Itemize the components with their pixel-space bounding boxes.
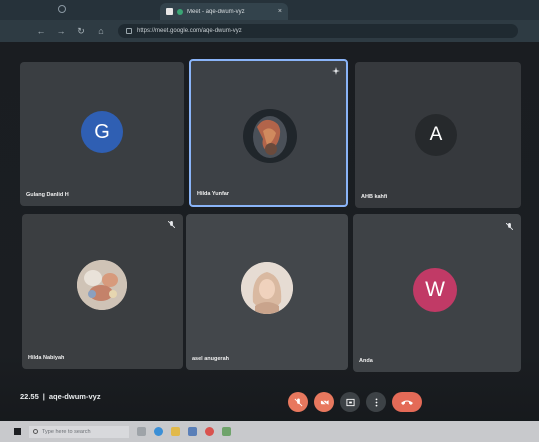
meeting-separator: | bbox=[42, 392, 45, 401]
taskbar-search-placeholder: Type here to search bbox=[42, 428, 91, 435]
participant-name: Anda bbox=[359, 358, 373, 364]
avatar-letter: W bbox=[425, 278, 445, 301]
browser-tabstrip: Meet - aqe-dwum-vyz × bbox=[0, 0, 539, 20]
task-view-icon[interactable] bbox=[137, 427, 146, 436]
forward-icon[interactable]: → bbox=[56, 26, 66, 36]
participant-photo bbox=[77, 260, 127, 310]
participant-tile-1[interactable]: G Gulang Danlid H bbox=[20, 62, 184, 206]
meeting-code: aqe-dwum-vyz bbox=[48, 392, 101, 401]
participant-tile-2[interactable]: Hilda Yunfar bbox=[189, 59, 348, 207]
store-app-icon[interactable] bbox=[188, 427, 197, 436]
participant-name: Hilda Yunfar bbox=[197, 191, 229, 197]
tab-audio-icon bbox=[166, 8, 173, 15]
participant-name: AHB kahfi bbox=[361, 194, 388, 200]
present-screen-button[interactable] bbox=[340, 392, 360, 412]
lock-icon bbox=[126, 28, 132, 34]
tab-close-icon[interactable]: × bbox=[278, 8, 282, 15]
url-text: https://meet.google.com/aqe-dwum-vyz bbox=[137, 28, 242, 34]
participant-photo bbox=[241, 262, 293, 314]
participant-tile-6[interactable]: W Anda bbox=[353, 214, 521, 372]
explorer-app-icon[interactable] bbox=[171, 427, 180, 436]
participant-avatar: G bbox=[81, 111, 123, 153]
screen: Meet - aqe-dwum-vyz × ← → ↻ ⌂ https://me… bbox=[0, 0, 539, 442]
participant-tile-4[interactable]: Hilda Nabiyah bbox=[22, 214, 183, 369]
participant-tile-5[interactable]: asel anugerah bbox=[186, 214, 348, 370]
mic-toggle-button[interactable] bbox=[288, 392, 308, 412]
end-call-button[interactable] bbox=[392, 392, 422, 412]
avatar-letter: A bbox=[429, 124, 443, 145]
meeting-time: 22.55 bbox=[20, 392, 39, 401]
more-vert-icon bbox=[375, 397, 377, 407]
camera-toggle-button[interactable] bbox=[314, 392, 334, 412]
muted-mic-icon bbox=[506, 223, 513, 230]
meeting-info: 22.55 | aqe-dwum-vyz bbox=[20, 392, 101, 401]
speaker-indicator-icon bbox=[332, 67, 340, 75]
search-icon bbox=[33, 429, 38, 434]
os-taskbar: Type here to search bbox=[0, 421, 539, 442]
present-icon bbox=[345, 398, 355, 406]
home-icon[interactable]: ⌂ bbox=[96, 26, 106, 36]
participant-name: Hilda Nabiyah bbox=[28, 355, 65, 361]
meet-favicon-icon bbox=[177, 8, 183, 15]
participant-avatar: W bbox=[413, 268, 457, 312]
avatar-letter: G bbox=[94, 120, 110, 143]
participant-tile-3[interactable]: A AHB kahfi bbox=[355, 62, 521, 208]
taskbar-search[interactable]: Type here to search bbox=[29, 425, 129, 438]
browser-menu-icon[interactable] bbox=[58, 5, 66, 13]
mic-off-icon bbox=[294, 397, 302, 406]
hang-up-icon bbox=[401, 400, 413, 405]
app-icon[interactable] bbox=[222, 427, 231, 436]
tab-title: Meet - aqe-dwum-vyz bbox=[187, 8, 245, 15]
edge-app-icon[interactable] bbox=[154, 427, 163, 436]
browser-tab[interactable]: Meet - aqe-dwum-vyz × bbox=[160, 3, 288, 20]
camera-off-icon bbox=[320, 398, 329, 406]
chrome-app-icon[interactable] bbox=[205, 427, 214, 436]
call-controls bbox=[288, 392, 422, 412]
participant-name: Gulang Danlid H bbox=[26, 192, 69, 198]
windows-start-icon[interactable] bbox=[14, 428, 21, 435]
participant-photo bbox=[243, 109, 297, 163]
address-bar[interactable]: https://meet.google.com/aqe-dwum-vyz bbox=[118, 24, 518, 38]
more-options-button[interactable] bbox=[366, 392, 386, 412]
muted-mic-icon bbox=[168, 221, 175, 228]
participant-name: asel anugerah bbox=[192, 356, 229, 362]
back-icon[interactable]: ← bbox=[36, 26, 46, 36]
participant-avatar: A bbox=[415, 114, 457, 156]
reload-icon[interactable]: ↻ bbox=[76, 26, 86, 37]
